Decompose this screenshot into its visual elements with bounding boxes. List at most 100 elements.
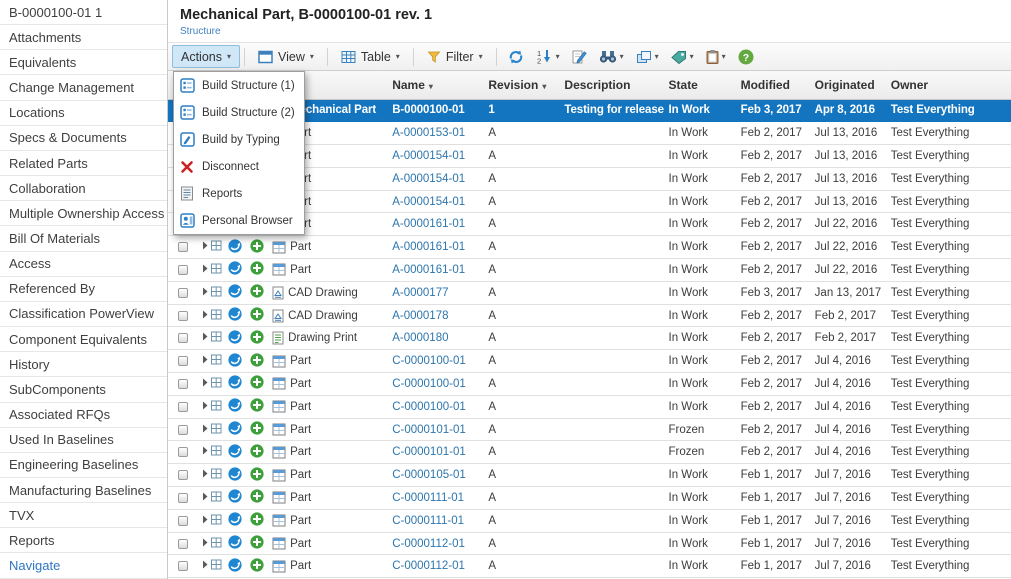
add-icon[interactable] <box>250 444 264 458</box>
name-link[interactable]: C-0000100-01 <box>392 355 466 367</box>
menu-item-disconnect[interactable]: Disconnect <box>174 153 304 180</box>
sidebar-item-history[interactable]: History <box>0 352 167 377</box>
table-row[interactable]: Part C-0000105-01 A In Work Feb 1, 2017 … <box>168 464 1011 487</box>
actions-button[interactable]: Actions ▾ <box>172 45 240 68</box>
sidebar-item-tvx[interactable]: TVX <box>0 503 167 528</box>
sidebar-item-navigate[interactable]: Navigate <box>0 553 167 578</box>
sidebar-item-access[interactable]: Access <box>0 252 167 277</box>
table-row[interactable]: Part C-0000100-01 A In Work Feb 2, 2017 … <box>168 395 1011 418</box>
name-link[interactable]: A-0000177 <box>392 287 448 299</box>
table-row[interactable]: Part C-0000100-01 A In Work Feb 2, 2017 … <box>168 350 1011 373</box>
explore-icon[interactable] <box>228 398 242 412</box>
table-row[interactable]: Part C-0000112-01 A In Work Feb 1, 2017 … <box>168 532 1011 555</box>
menu-item-build-structure-2[interactable]: Build Structure (2) <box>174 99 304 126</box>
sidebar-item-locations[interactable]: Locations <box>0 101 167 126</box>
expand-structure-icon[interactable] <box>202 263 223 274</box>
table-row[interactable]: Part C-0000112-01 A In Work Feb 1, 2017 … <box>168 555 1011 578</box>
table-row[interactable]: CAD Drawing A-0000177 A In Work Feb 3, 2… <box>168 281 1011 304</box>
row-checkbox[interactable] <box>178 288 188 298</box>
expand-structure-icon[interactable] <box>202 445 223 456</box>
explore-icon[interactable] <box>228 261 242 275</box>
sidebar-item-change-management[interactable]: Change Management <box>0 75 167 100</box>
name-link[interactable]: C-0000101-01 <box>392 446 466 458</box>
name-link[interactable]: C-0000101-01 <box>392 424 466 436</box>
expand-structure-icon[interactable] <box>202 309 223 320</box>
tag-button[interactable]: ▾ <box>665 45 700 68</box>
table-button[interactable]: Table ▾ <box>332 45 409 68</box>
page-subtitle-structure[interactable]: Structure <box>180 26 1011 37</box>
sidebar-item-engineering-baselines[interactable]: Engineering Baselines <box>0 453 167 478</box>
explore-icon[interactable] <box>228 307 242 321</box>
add-icon[interactable] <box>250 467 264 481</box>
table-row[interactable]: Part A-0000161-01 A In Work Feb 2, 2017 … <box>168 236 1011 259</box>
expand-structure-icon[interactable] <box>202 354 223 365</box>
sidebar-item-multiple-ownership-access[interactable]: Multiple Ownership Access <box>0 201 167 226</box>
expand-structure-icon[interactable] <box>202 286 223 297</box>
row-checkbox[interactable] <box>178 402 188 412</box>
view-button[interactable]: View ▾ <box>249 45 323 68</box>
name-link[interactable]: A-0000180 <box>392 332 448 344</box>
sort-button[interactable]: 12 ▾ <box>531 45 566 68</box>
explore-icon[interactable] <box>228 512 242 526</box>
name-link[interactable]: C-0000112-01 <box>392 560 465 572</box>
explore-icon[interactable] <box>228 239 242 253</box>
row-checkbox[interactable] <box>178 470 188 480</box>
filter-button[interactable]: Filter ▾ <box>418 45 492 68</box>
explore-icon[interactable] <box>228 353 242 367</box>
expand-structure-icon[interactable] <box>202 240 223 251</box>
row-checkbox[interactable] <box>178 539 188 549</box>
row-checkbox[interactable] <box>178 356 188 366</box>
sidebar-item-subcomponents[interactable]: SubComponents <box>0 377 167 402</box>
sidebar-item-collaboration[interactable]: Collaboration <box>0 176 167 201</box>
expand-structure-icon[interactable] <box>202 400 223 411</box>
add-icon[interactable] <box>250 421 264 435</box>
name-link[interactable]: A-0000154-01 <box>392 150 465 162</box>
column-header-revision[interactable]: Revision▾ <box>484 71 560 99</box>
sidebar-item-manufacturing-baselines[interactable]: Manufacturing Baselines <box>0 478 167 503</box>
table-row[interactable]: Part C-0000111-01 A In Work Feb 1, 2017 … <box>168 509 1011 532</box>
column-header-originated[interactable]: Originated <box>811 71 887 99</box>
find-button[interactable]: ▾ <box>593 45 630 68</box>
add-icon[interactable] <box>250 375 264 389</box>
sidebar-item-component-equivalents[interactable]: Component Equivalents <box>0 327 167 352</box>
table-row[interactable]: Part A-0000161-01 A In Work Feb 2, 2017 … <box>168 259 1011 282</box>
name-link[interactable]: C-0000111-01 <box>392 492 464 504</box>
table-row[interactable]: Drawing Print A-0000180 A In Work Feb 2,… <box>168 327 1011 350</box>
expand-structure-icon[interactable] <box>202 559 223 570</box>
table-row[interactable]: Part C-0000111-01 A In Work Feb 1, 2017 … <box>168 487 1011 510</box>
name-link[interactable]: B-0000100-01 <box>392 104 464 116</box>
sidebar-item-b-0000100-01-1[interactable]: B-0000100-01 1 <box>0 0 167 25</box>
name-link[interactable]: C-0000111-01 <box>392 515 464 527</box>
explore-icon[interactable] <box>228 558 242 572</box>
sort-caret-icon[interactable]: ▾ <box>429 82 433 91</box>
expand-structure-icon[interactable] <box>202 491 223 502</box>
sidebar-item-related-parts[interactable]: Related Parts <box>0 151 167 176</box>
sidebar-item-equivalents[interactable]: Equivalents <box>0 50 167 75</box>
name-link[interactable]: A-0000178 <box>392 310 448 322</box>
help-button[interactable]: ? <box>732 45 760 68</box>
menu-item-build-structure-1[interactable]: Build Structure (1) <box>174 72 304 99</box>
name-link[interactable]: A-0000153-01 <box>392 127 465 139</box>
column-header-name[interactable]: Name▾ <box>388 71 484 99</box>
column-header-description[interactable]: Description <box>560 71 664 99</box>
explore-icon[interactable] <box>228 284 242 298</box>
sidebar-item-referenced-by[interactable]: Referenced By <box>0 277 167 302</box>
table-row[interactable]: Part C-0000101-01 A Frozen Feb 2, 2017 J… <box>168 418 1011 441</box>
expand-structure-icon[interactable] <box>202 377 223 388</box>
add-icon[interactable] <box>250 330 264 344</box>
menu-item-personal-browser[interactable]: Personal Browser <box>174 207 304 234</box>
add-icon[interactable] <box>250 489 264 503</box>
column-header-owner[interactable]: Owner <box>887 71 1011 99</box>
name-link[interactable]: C-0000100-01 <box>392 401 466 413</box>
row-checkbox[interactable] <box>178 425 188 435</box>
row-checkbox[interactable] <box>178 379 188 389</box>
add-icon[interactable] <box>250 398 264 412</box>
expand-structure-icon[interactable] <box>202 331 223 342</box>
menu-item-reports[interactable]: Reports <box>174 180 304 207</box>
name-link[interactable]: A-0000154-01 <box>392 196 465 208</box>
row-checkbox[interactable] <box>178 265 188 275</box>
sidebar-item-attachments[interactable]: Attachments <box>0 25 167 50</box>
row-checkbox[interactable] <box>178 493 188 503</box>
row-checkbox[interactable] <box>178 311 188 321</box>
sidebar-item-bill-of-materials[interactable]: Bill Of Materials <box>0 226 167 251</box>
